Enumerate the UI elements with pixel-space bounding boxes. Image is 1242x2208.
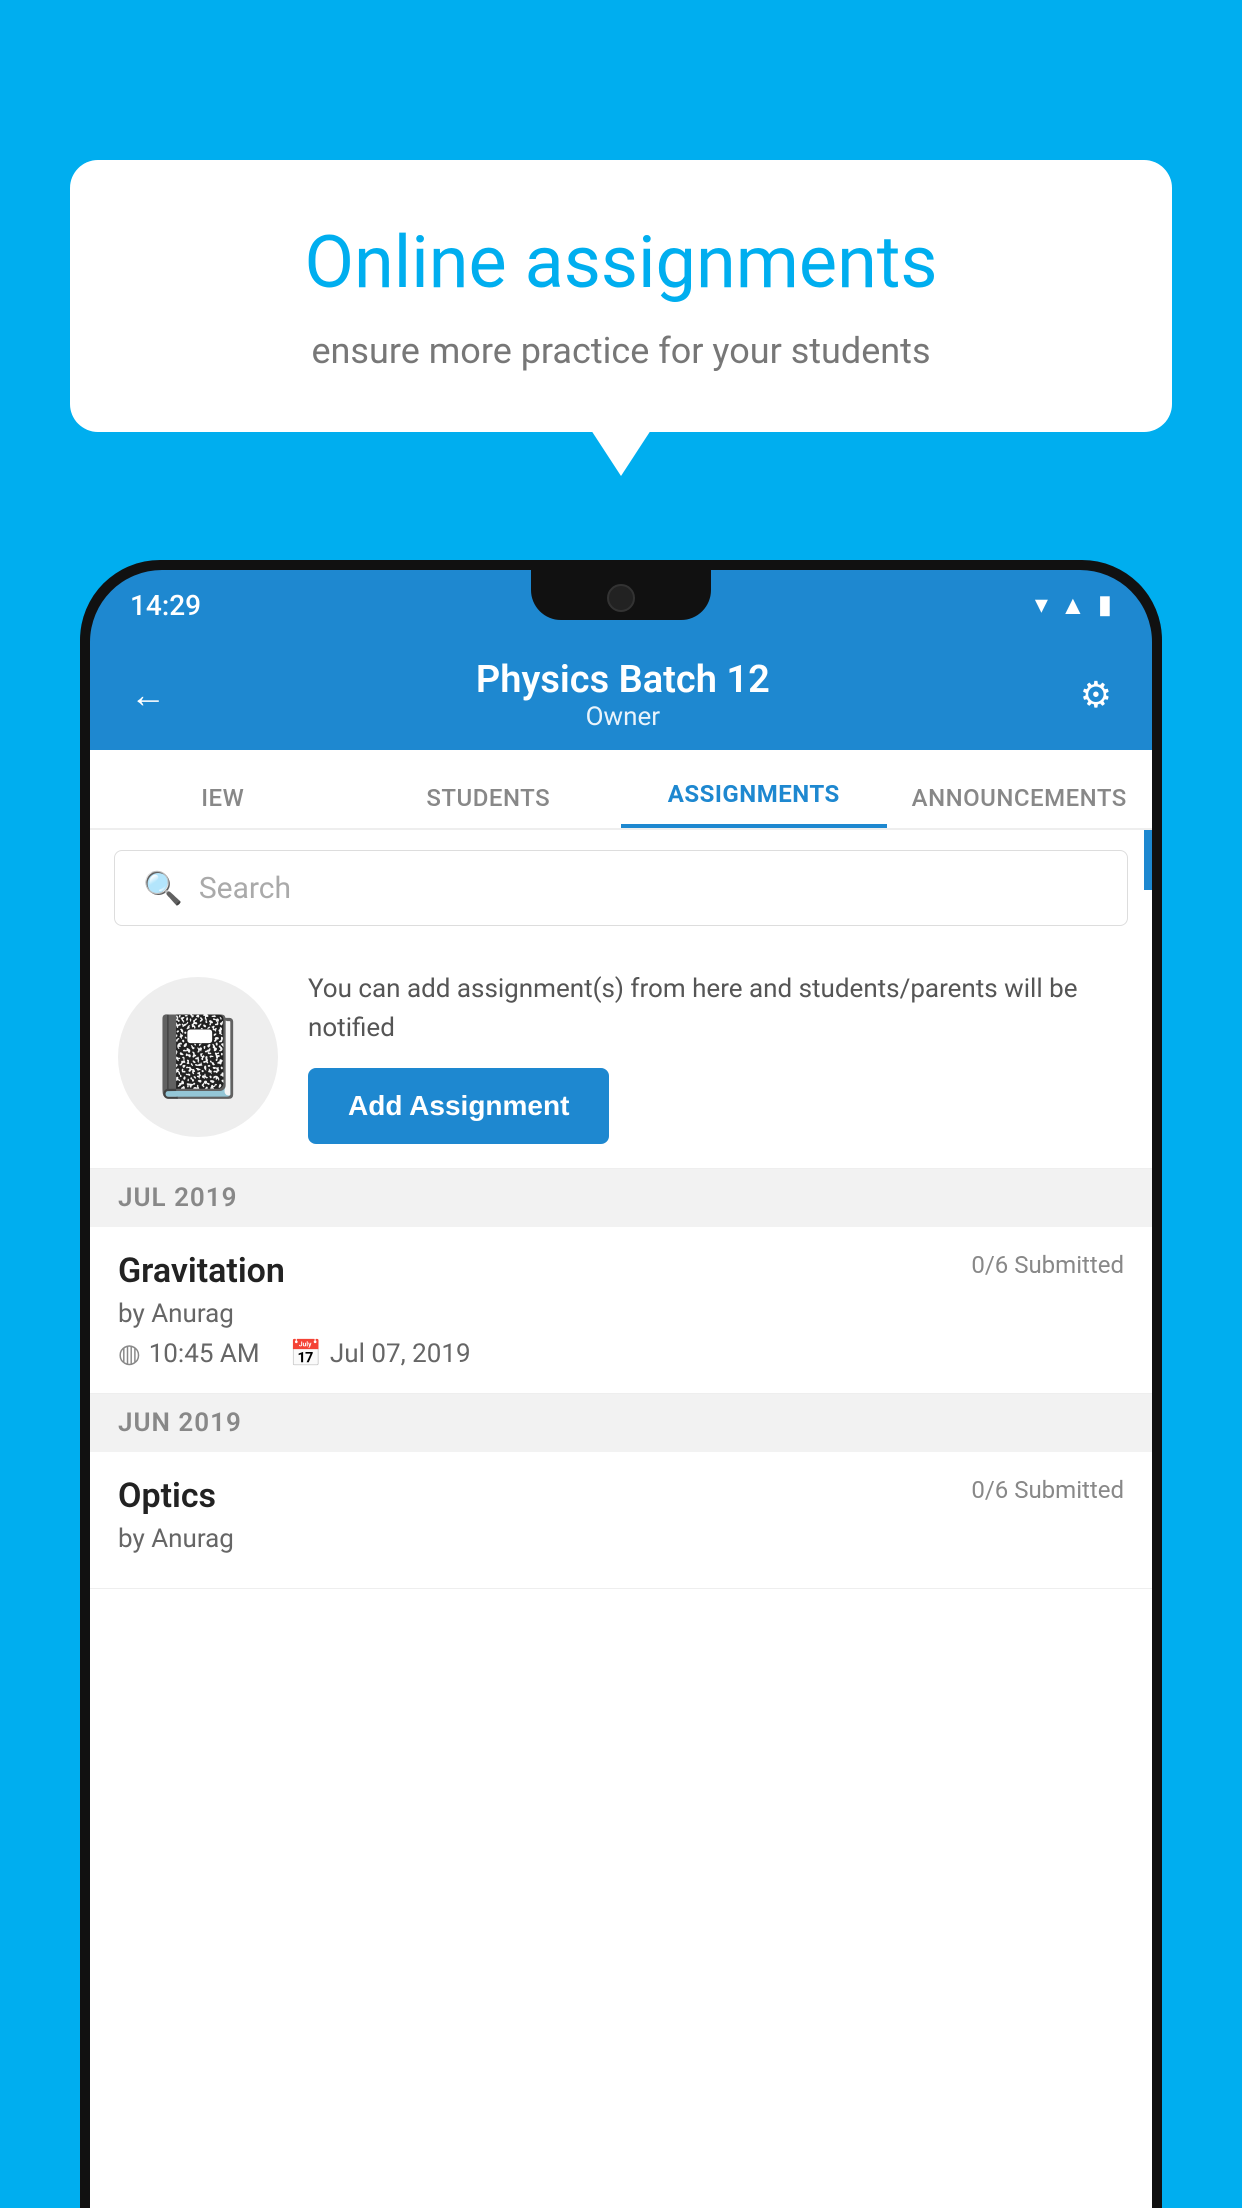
assignment-meta: ◍ 10:45 AM 📅 Jul 07, 2019 — [118, 1339, 1124, 1369]
add-assignment-button[interactable]: Add Assignment — [308, 1068, 609, 1144]
assignment-date: 📅 Jul 07, 2019 — [290, 1339, 471, 1369]
promo-right: You can add assignment(s) from here and … — [308, 970, 1124, 1144]
speech-bubble-container: Online assignments ensure more practice … — [70, 160, 1172, 432]
assignment-top-optics: Optics 0/6 Submitted — [118, 1476, 1124, 1516]
assignment-top: Gravitation 0/6 Submitted — [118, 1251, 1124, 1291]
search-bar[interactable]: 🔍 Search — [114, 850, 1128, 926]
bubble-subtitle: ensure more practice for your students — [150, 330, 1092, 372]
camera — [607, 584, 635, 612]
status-time: 14:29 — [130, 589, 201, 622]
promo-text: You can add assignment(s) from here and … — [308, 970, 1124, 1048]
wifi-icon: ▾ — [1035, 590, 1048, 620]
notebook-icon: 📓 — [148, 1010, 248, 1104]
signal-icon: ▲ — [1060, 590, 1086, 621]
bubble-title: Online assignments — [150, 220, 1092, 306]
calendar-icon: 📅 — [290, 1339, 322, 1369]
tab-announcements[interactable]: ANNOUNCEMENTS — [887, 784, 1153, 828]
assignment-item-optics[interactable]: Optics 0/6 Submitted by Anurag — [90, 1452, 1152, 1589]
scroll-indicator — [1144, 830, 1152, 890]
back-button[interactable]: ← — [130, 674, 166, 716]
month-header-jun: JUN 2019 — [90, 1394, 1152, 1452]
assignment-time: ◍ 10:45 AM — [118, 1339, 260, 1369]
search-icon: 🔍 — [143, 869, 183, 907]
phone-frame: 14:29 ▾ ▲ ▮ ← Physics Batch 12 Owner ⚙ I… — [80, 560, 1162, 2208]
assignment-name: Gravitation — [118, 1251, 285, 1291]
tab-iew[interactable]: IEW — [90, 784, 356, 828]
tab-students[interactable]: STUDENTS — [356, 784, 622, 828]
speech-bubble: Online assignments ensure more practice … — [70, 160, 1172, 432]
add-assignment-promo: 📓 You can add assignment(s) from here an… — [90, 946, 1152, 1169]
assignment-by: by Anurag — [118, 1299, 1124, 1329]
settings-icon[interactable]: ⚙ — [1080, 674, 1112, 716]
optics-by: by Anurag — [118, 1524, 1124, 1554]
phone-notch — [531, 570, 711, 620]
tab-assignments[interactable]: ASSIGNMENTS — [621, 780, 887, 828]
tabs-bar: IEW STUDENTS ASSIGNMENTS ANNOUNCEMENTS — [90, 750, 1152, 830]
header-title: Physics Batch 12 — [476, 658, 770, 702]
assignment-submitted: 0/6 Submitted — [971, 1251, 1124, 1279]
app-header: ← Physics Batch 12 Owner ⚙ — [90, 640, 1152, 750]
optics-name: Optics — [118, 1476, 216, 1516]
clock-icon: ◍ — [118, 1339, 141, 1369]
status-icons: ▾ ▲ ▮ — [1035, 590, 1112, 621]
header-subtitle: Owner — [476, 702, 770, 732]
header-center: Physics Batch 12 Owner — [476, 658, 770, 732]
screen-content: 🔍 Search 📓 You can add assignment(s) fro… — [90, 830, 1152, 2208]
search-placeholder: Search — [199, 871, 291, 906]
optics-submitted: 0/6 Submitted — [971, 1476, 1124, 1504]
promo-icon-circle: 📓 — [118, 977, 278, 1137]
phone-inner: 14:29 ▾ ▲ ▮ ← Physics Batch 12 Owner ⚙ I… — [90, 570, 1152, 2208]
time-value: 10:45 AM — [149, 1339, 260, 1369]
month-header-jul: JUL 2019 — [90, 1169, 1152, 1227]
date-value: Jul 07, 2019 — [330, 1339, 471, 1369]
battery-icon: ▮ — [1098, 590, 1112, 620]
assignment-item-gravitation[interactable]: Gravitation 0/6 Submitted by Anurag ◍ 10… — [90, 1227, 1152, 1394]
